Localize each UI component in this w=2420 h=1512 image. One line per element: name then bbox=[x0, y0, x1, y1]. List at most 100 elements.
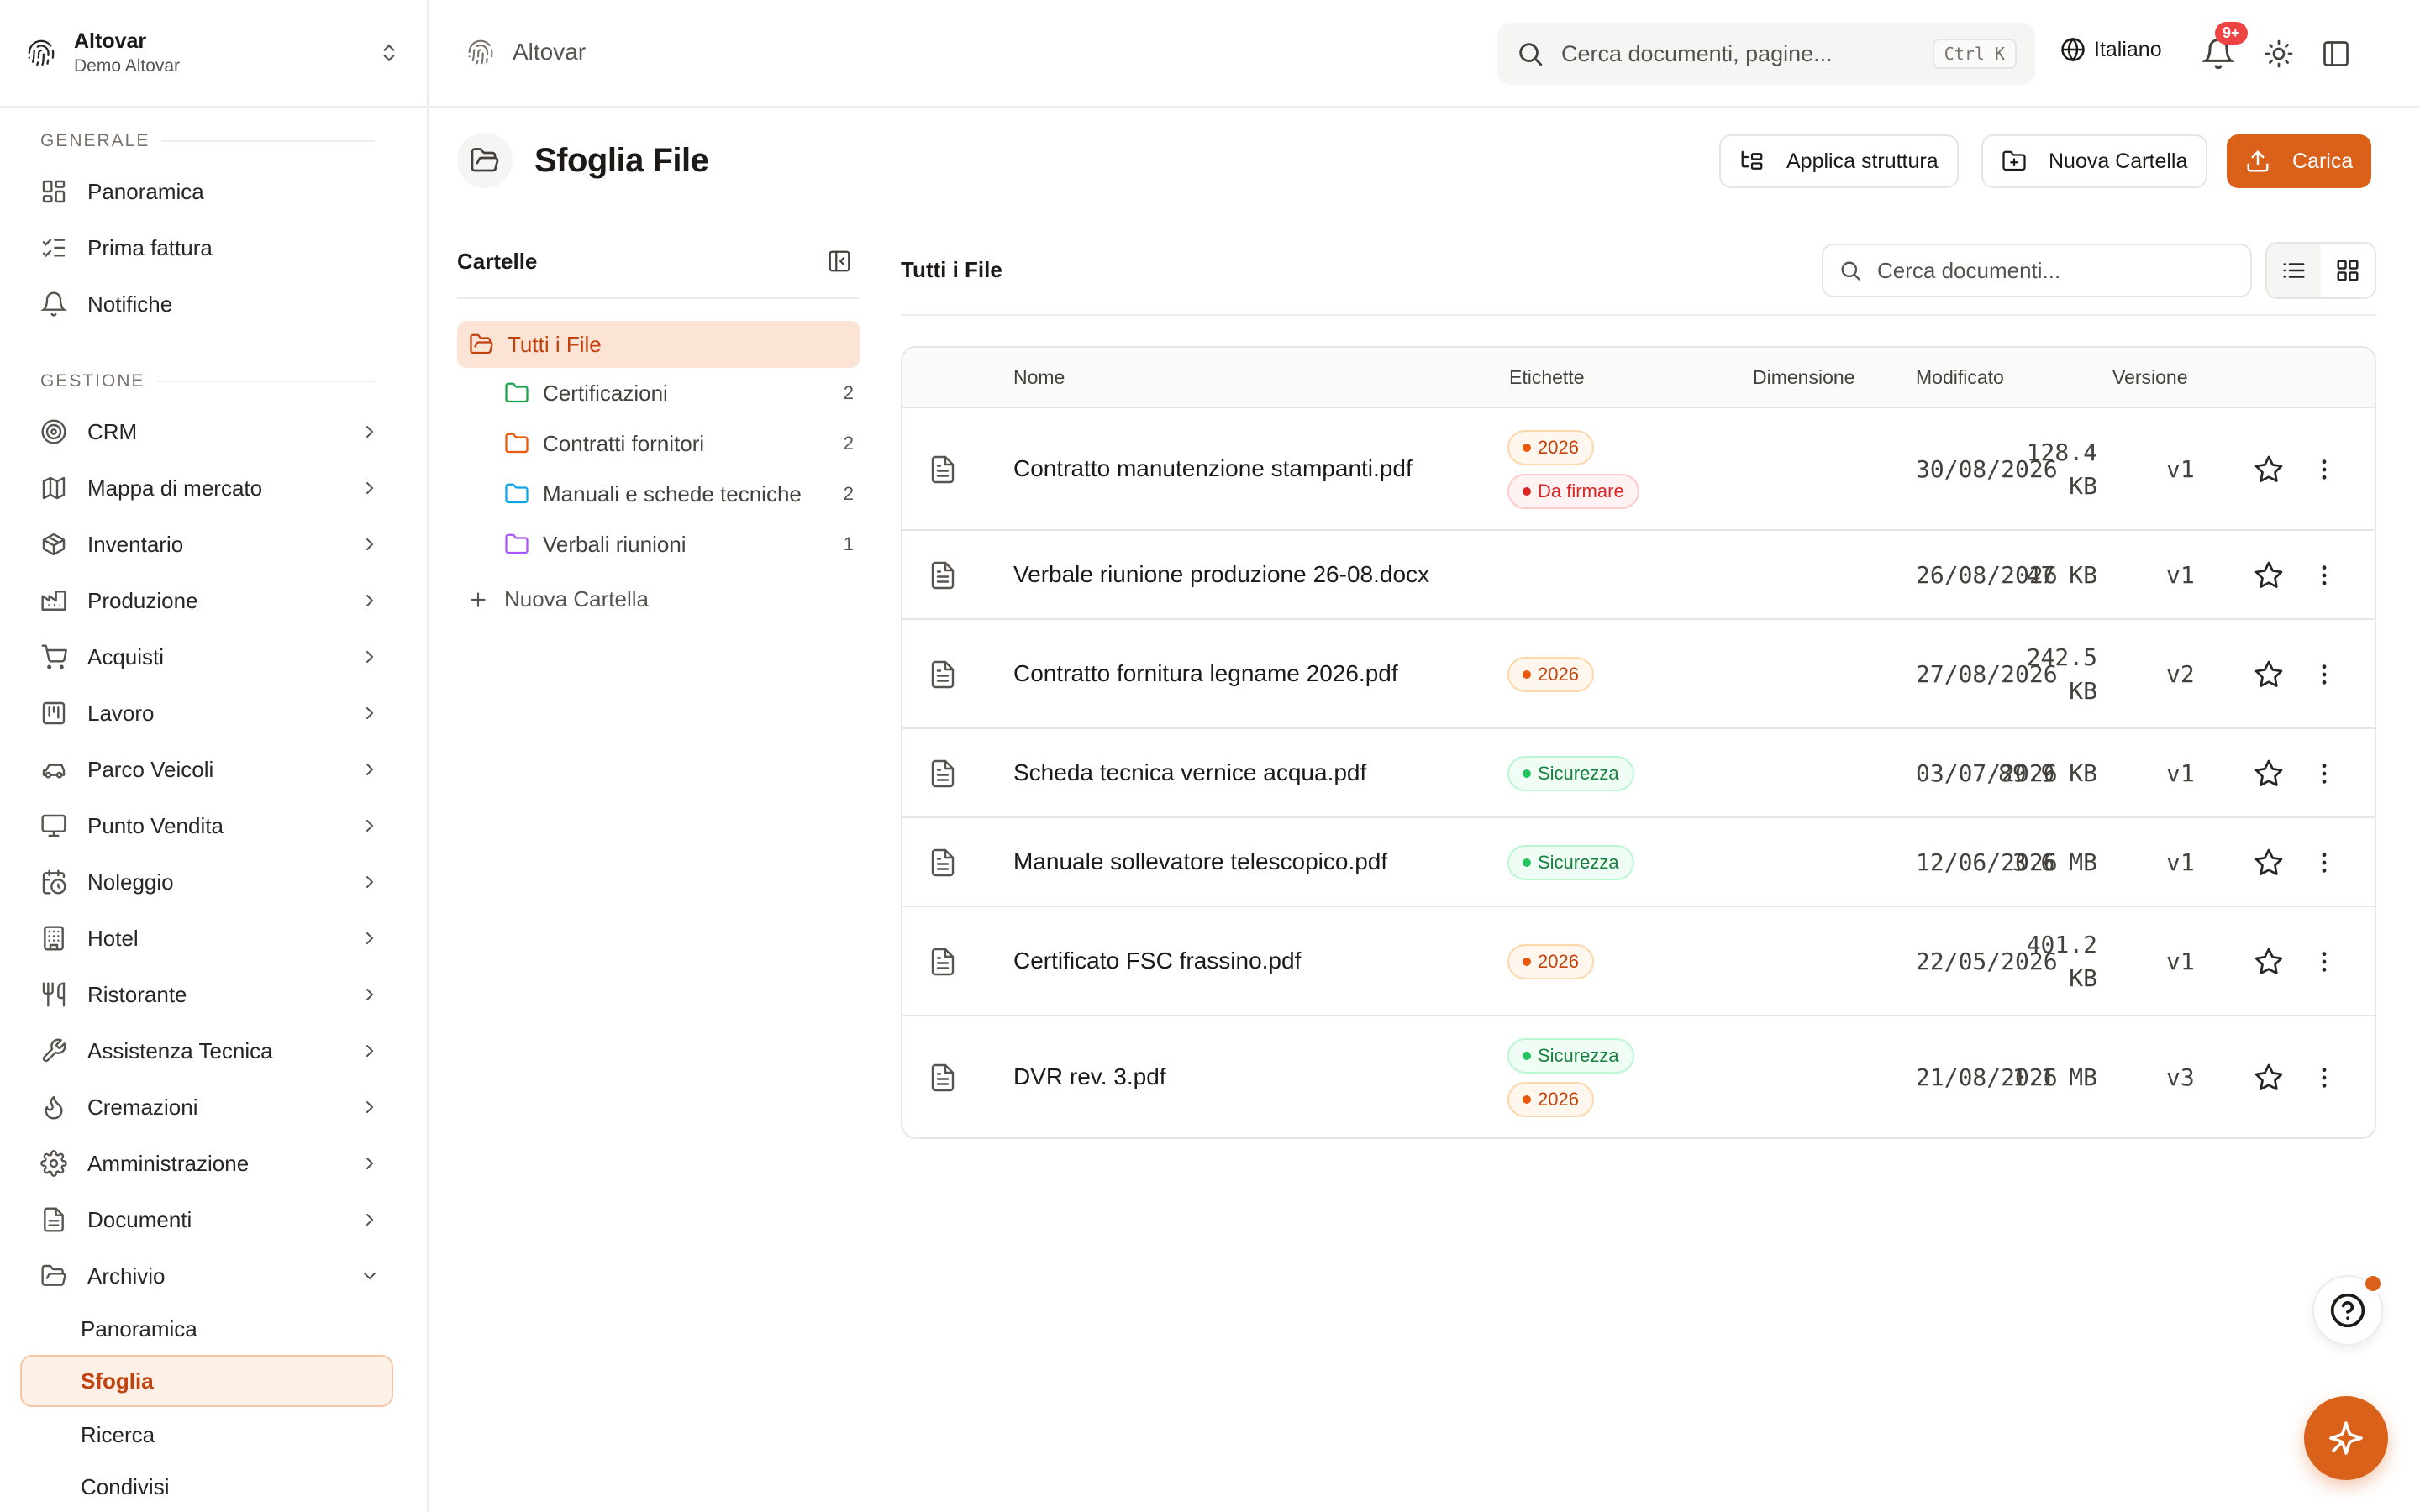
nav-label: Acquisti bbox=[87, 643, 165, 669]
file-name[interactable]: Certificato FSC frassino.pdf bbox=[1013, 948, 1301, 974]
file-name[interactable]: Scheda tecnica vernice acqua.pdf bbox=[1013, 759, 1366, 786]
upload-label: Carica bbox=[2292, 149, 2354, 173]
col-version: Versione bbox=[2112, 366, 2188, 388]
sub-label: Panoramica bbox=[81, 1315, 197, 1341]
folder-item[interactable]: Certificazioni 2 bbox=[504, 370, 854, 417]
file-icon bbox=[928, 848, 958, 878]
nav-crm[interactable]: CRM bbox=[20, 407, 400, 457]
folder-count: 2 bbox=[843, 483, 854, 504]
folder-item[interactable]: Manuali e schede tecniche 2 bbox=[504, 470, 854, 517]
breadcrumb-label: Altovar bbox=[513, 39, 587, 65]
global-search[interactable]: Cerca documenti, pagine... Ctrl K bbox=[1497, 23, 2035, 85]
more-vertical-icon[interactable] bbox=[2311, 562, 2338, 589]
ai-assistant-button[interactable] bbox=[2304, 1396, 2388, 1480]
document-icon bbox=[44, 1207, 64, 1232]
nav-parco-veicoli[interactable]: Parco Veicoli bbox=[20, 744, 400, 795]
more-vertical-icon[interactable] bbox=[2311, 760, 2338, 787]
star-icon[interactable] bbox=[2254, 1063, 2284, 1093]
nav-hotel[interactable]: Hotel bbox=[20, 913, 400, 963]
nav-lavoro[interactable]: Lavoro bbox=[20, 688, 400, 738]
new-folder-link[interactable]: Nuova Cartella bbox=[467, 586, 649, 612]
folder-item[interactable]: Contratti fornitori 2 bbox=[504, 420, 854, 467]
chevron-right-icon bbox=[366, 1214, 374, 1226]
file-version: v1 bbox=[2166, 948, 2195, 975]
table-row[interactable]: DVR rev. 3.pdf Sicurezza 2026 1.1 MB 21/08/2… bbox=[902, 1016, 2375, 1137]
file-version: v2 bbox=[2166, 660, 2195, 688]
table-header: Nome Etichette Dimensione Modificato Ver… bbox=[902, 348, 2375, 408]
sun-icon[interactable] bbox=[2264, 39, 2294, 69]
col-name[interactable]: Nome bbox=[1013, 366, 1065, 389]
table-row[interactable]: Contratto manutenzione stampanti.pdf 2026… bbox=[902, 408, 2375, 531]
file-version: v3 bbox=[2166, 1063, 2195, 1091]
table-row[interactable]: Verbale riunione produzione 26-08.docx 47… bbox=[902, 531, 2375, 620]
table-row[interactable]: Manuale sollevatore telescopico.pdf Sicur… bbox=[902, 818, 2375, 907]
language-switcher[interactable]: Italiano bbox=[2060, 37, 2162, 62]
nav-produzione[interactable]: Produzione bbox=[20, 575, 400, 626]
sub-sfoglia[interactable]: Sfoglia bbox=[20, 1355, 393, 1407]
new-folder-button[interactable]: Nuova Cartella bbox=[1981, 134, 2208, 188]
file-search-input[interactable]: Cerca documenti... bbox=[1822, 244, 2252, 297]
file-name[interactable]: Manuale sollevatore telescopico.pdf bbox=[1013, 848, 1387, 875]
table-row[interactable]: Scheda tecnica vernice acqua.pdf Sicurezz… bbox=[902, 729, 2375, 818]
more-vertical-icon[interactable] bbox=[2311, 948, 2338, 975]
nav-archivio[interactable]: Archivio bbox=[20, 1251, 400, 1301]
breadcrumb[interactable]: Altovar bbox=[467, 39, 586, 66]
panel-toggle-icon[interactable] bbox=[2321, 39, 2351, 69]
apply-structure-button[interactable]: Applica struttura bbox=[1719, 134, 1959, 188]
nav-assistenza-tecnica[interactable]: Assistenza Tecnica bbox=[20, 1026, 400, 1076]
folder-plus-icon bbox=[2002, 150, 2026, 171]
star-icon[interactable] bbox=[2254, 848, 2284, 878]
col-size[interactable]: Dimensione bbox=[1753, 366, 1854, 389]
tag-label: Da firmare bbox=[1538, 480, 1624, 501]
folder-all-files[interactable]: Tutti i File bbox=[457, 321, 860, 368]
more-vertical-icon[interactable] bbox=[2311, 456, 2338, 483]
nav-panoramica[interactable]: Panoramica bbox=[20, 166, 400, 217]
nav-noleggio[interactable]: Noleggio bbox=[20, 857, 400, 907]
more-vertical-icon[interactable] bbox=[2311, 661, 2338, 688]
sub-condivisi[interactable]: Condivisi bbox=[20, 1461, 393, 1512]
file-name[interactable]: Verbale riunione produzione 26-08.docx bbox=[1013, 561, 1429, 588]
nav-prima-fattura[interactable]: Prima fattura bbox=[20, 223, 400, 273]
folder-icon bbox=[505, 533, 529, 554]
file-icon bbox=[928, 759, 958, 789]
nav-mappa-mercato[interactable]: Mappa di mercato bbox=[20, 463, 400, 513]
folder-item[interactable]: Verbali riunioni 1 bbox=[504, 521, 854, 568]
workspace-switcher[interactable]: Altovar Demo Altovar bbox=[0, 0, 427, 108]
table-row[interactable]: Certificato FSC frassino.pdf 2026 401.2 KB 2… bbox=[902, 907, 2375, 1016]
star-icon[interactable] bbox=[2254, 659, 2284, 690]
sub-panoramica[interactable]: Panoramica bbox=[20, 1303, 393, 1355]
factory-icon bbox=[41, 591, 66, 611]
nav-notifiche[interactable]: Notifiche bbox=[20, 279, 400, 329]
more-vertical-icon[interactable] bbox=[2311, 1064, 2338, 1091]
list-view-button[interactable] bbox=[2267, 244, 2321, 297]
table-row[interactable]: Contratto fornitura legname 2026.pdf 2026… bbox=[902, 620, 2375, 729]
star-icon[interactable] bbox=[2254, 454, 2284, 485]
nav-punto-vendita[interactable]: Punto Vendita bbox=[20, 801, 400, 851]
upload-button[interactable]: Carica bbox=[2227, 134, 2372, 188]
monitor-icon bbox=[41, 814, 66, 837]
tag-dot bbox=[1523, 444, 1531, 452]
tag-dot bbox=[1523, 769, 1531, 778]
tag-label: Sicurezza bbox=[1538, 852, 1619, 873]
checklist-icon bbox=[42, 239, 66, 258]
file-version: v1 bbox=[2166, 848, 2195, 876]
more-vertical-icon[interactable] bbox=[2311, 849, 2338, 876]
nav-amministrazione[interactable]: Amministrazione bbox=[20, 1138, 400, 1189]
nav-inventario[interactable]: Inventario bbox=[20, 519, 400, 570]
star-icon[interactable] bbox=[2254, 560, 2284, 591]
nav-cremazioni[interactable]: Cremazioni bbox=[20, 1082, 400, 1132]
tag-label: Sicurezza bbox=[1538, 1045, 1619, 1066]
star-icon[interactable] bbox=[2254, 759, 2284, 789]
nav-ristorante[interactable]: Ristorante bbox=[20, 969, 400, 1020]
file-name[interactable]: Contratto manutenzione stampanti.pdf bbox=[1013, 455, 1413, 482]
nav-documenti[interactable]: Documenti bbox=[20, 1194, 400, 1245]
file-name[interactable]: DVR rev. 3.pdf bbox=[1013, 1063, 1166, 1090]
utensils-icon bbox=[42, 982, 66, 1007]
star-icon[interactable] bbox=[2254, 947, 2284, 977]
file-name[interactable]: Contratto fornitura legname 2026.pdf bbox=[1013, 660, 1398, 687]
col-modified[interactable]: Modificato bbox=[1916, 366, 2004, 389]
sub-ricerca[interactable]: Ricerca bbox=[20, 1409, 393, 1461]
panel-collapse-icon[interactable] bbox=[827, 249, 852, 274]
nav-acquisti[interactable]: Acquisti bbox=[20, 632, 400, 682]
grid-view-button[interactable] bbox=[2321, 244, 2375, 297]
